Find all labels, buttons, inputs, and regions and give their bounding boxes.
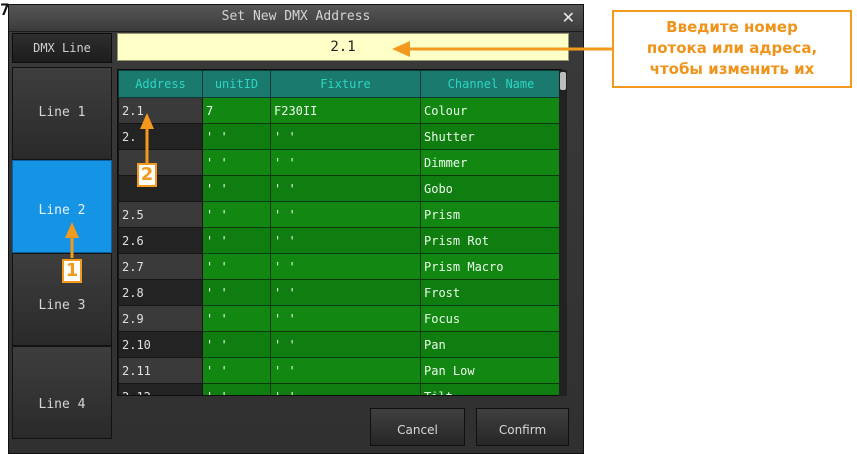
cell-fixture: ' '	[270, 253, 421, 280]
table-scrollbar[interactable]	[559, 70, 567, 396]
table-row[interactable]: 2.10 ' ' ' ' Pan	[118, 331, 561, 358]
table-row[interactable]: 2.1 7 F230II Colour	[118, 97, 561, 124]
cell-address[interactable]: 2.11	[118, 357, 203, 384]
line-4-button[interactable]: Line 4	[12, 346, 112, 439]
confirm-button[interactable]: Confirm	[476, 408, 569, 446]
callout-line-1: Введите номер	[666, 18, 798, 36]
table-row[interactable]: 2.12' '' 'Tilt	[118, 383, 561, 395]
cell-channel-name: Prism Rot	[420, 227, 561, 254]
instruction-callout: Введите номер потока или адреса, чтобы и…	[612, 10, 852, 88]
cell-address[interactable]: 2.6	[118, 227, 203, 254]
cell-channel-name: Frost	[420, 279, 561, 306]
cell-unitid: 7	[202, 97, 271, 124]
cell-unitid: ' '	[202, 305, 271, 332]
cell-address[interactable]: 2.8	[118, 279, 203, 306]
callout-line-3: чтобы изменить их	[649, 60, 815, 78]
cell-address[interactable]	[118, 175, 203, 202]
table-row[interactable]: 2.9 ' ' ' ' Focus	[118, 305, 561, 332]
cell-fixture: ' '	[270, 357, 421, 384]
step-badge-2: 2	[137, 163, 157, 187]
cell-unitid: ' '	[202, 331, 271, 358]
cell-fixture: ' '	[270, 149, 421, 176]
cell-channel-name: Prism	[420, 201, 561, 228]
cell-address[interactable]: 2.9	[118, 305, 203, 332]
close-icon[interactable]: ✕	[562, 8, 575, 27]
cell-channel-name: Pan	[420, 331, 561, 358]
cell-channel-name: Pan Low	[420, 357, 561, 384]
cell-fixture: ' '	[270, 383, 421, 395]
column-header-unitid[interactable]: unitID	[202, 70, 271, 98]
cell-channel-name: Prism Macro	[420, 253, 561, 280]
cell-unitid: ' '	[202, 149, 271, 176]
cell-channel-name: Tilt	[420, 383, 561, 395]
cell-fixture: ' '	[270, 305, 421, 332]
table-row[interactable]: 2.8 ' ' ' ' Frost	[118, 279, 561, 306]
cell-address[interactable]: 2.7	[118, 253, 203, 280]
cell-address[interactable]	[118, 149, 203, 176]
table-header-row: Address unitID Fixture Channel Name	[118, 70, 561, 98]
table-row[interactable]: 2.7 ' ' ' ' Prism Macro	[118, 253, 561, 280]
cell-address[interactable]: 2.5	[118, 201, 203, 228]
cell-unitid: ' '	[202, 175, 271, 202]
cell-fixture: F230II	[270, 97, 421, 124]
cell-address[interactable]: 2.10	[118, 331, 203, 358]
line-3-label: Line 3	[38, 298, 86, 313]
cell-unitid: ' '	[202, 253, 271, 280]
cell-unitid: ' '	[202, 201, 271, 228]
cell-unitid: ' '	[202, 227, 271, 254]
line-2-button[interactable]: Line 2	[12, 160, 112, 253]
cell-fixture: ' '	[270, 331, 421, 358]
cell-fixture: ' '	[270, 201, 421, 228]
table-row[interactable]: 2.11 ' ' ' ' Pan Low	[118, 357, 561, 384]
dialog-title: Set New DMX Address	[221, 9, 371, 24]
cell-fixture: ' '	[270, 123, 421, 150]
scrollbar-thumb[interactable]	[560, 72, 566, 90]
cell-address[interactable]: 2.	[118, 123, 203, 150]
cell-address[interactable]: 2.12	[118, 383, 203, 395]
table-row[interactable]: ' ' ' ' Dimmer	[118, 149, 561, 176]
table-row[interactable]: 2.5 ' ' ' ' Prism	[118, 201, 561, 228]
cell-channel-name: Dimmer	[420, 149, 561, 176]
table-row[interactable]: 2. ' ' ' ' Shutter	[118, 123, 561, 150]
cell-fixture: ' '	[270, 279, 421, 306]
cell-channel-name: Focus	[420, 305, 561, 332]
step-badge-1: 1	[62, 259, 82, 283]
cell-unitid: ' '	[202, 383, 271, 395]
cell-unitid: ' '	[202, 357, 271, 384]
cell-address[interactable]: 2.1	[118, 97, 203, 124]
table-row[interactable]: 2.6 ' ' ' ' Prism Rot	[118, 227, 561, 254]
column-header-channel-name[interactable]: Channel Name	[420, 70, 561, 98]
cell-fixture: ' '	[270, 175, 421, 202]
column-header-fixture[interactable]: Fixture	[270, 70, 421, 98]
cell-unitid: ' '	[202, 279, 271, 306]
line-4-label: Line 4	[38, 397, 86, 412]
address-input[interactable]: 2.1	[117, 33, 569, 61]
cell-channel-name: Colour	[420, 97, 561, 124]
line-1-label: Line 1	[38, 105, 86, 120]
cell-channel-name: Shutter	[420, 123, 561, 150]
dmx-line-label: DMX Line	[12, 33, 112, 63]
callout-line-2: потока или адреса,	[646, 39, 818, 57]
address-table: Address unitID Fixture Channel Name 2.1 7…	[117, 69, 562, 396]
table-row[interactable]: ' ' ' ' Gobo	[118, 175, 561, 202]
dialog-titlebar: Set New DMX Address ✕	[9, 5, 583, 32]
cell-unitid: ' '	[202, 123, 271, 150]
line-1-button[interactable]: Line 1	[12, 67, 112, 160]
column-header-address[interactable]: Address	[118, 70, 203, 98]
cell-fixture: ' '	[270, 227, 421, 254]
cancel-button[interactable]: Cancel	[370, 408, 465, 446]
cell-channel-name: Gobo	[420, 175, 561, 202]
line-2-label: Line 2	[38, 203, 86, 218]
